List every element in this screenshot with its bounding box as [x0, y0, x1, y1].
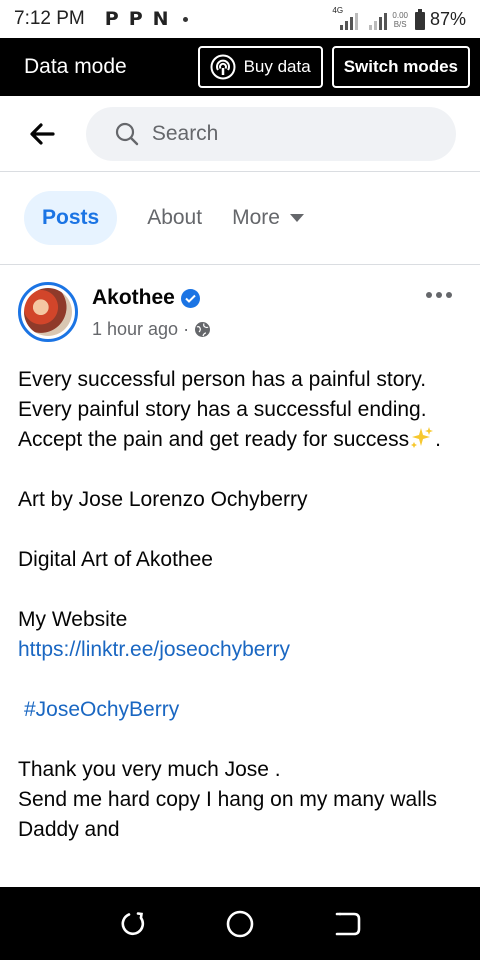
- home-circle-icon: [226, 910, 254, 937]
- more-notifications-dot-icon: [182, 16, 188, 22]
- data-mode-bar: Data mode Buy data Switch modes: [0, 38, 480, 96]
- post-options-icon[interactable]: [426, 292, 452, 298]
- home-button[interactable]: [222, 906, 258, 942]
- back-nav-icon: [335, 912, 360, 935]
- post-website-label: My Website: [18, 608, 128, 631]
- post-meta: Akothee 1 hour ago ·: [92, 282, 211, 346]
- post-text-1: Every successful person has a painful st…: [18, 368, 427, 451]
- buy-data-label: Buy data: [243, 57, 311, 76]
- notification-p-icon: P: [104, 8, 119, 30]
- signal-4g-icon: 4G: [332, 6, 359, 30]
- battery-percent: 87%: [429, 8, 466, 29]
- website-link[interactable]: https://linktr.ee/joseochyberry: [18, 635, 468, 665]
- globe-icon: [195, 322, 211, 337]
- separator-dot: ·: [183, 319, 190, 339]
- caret-down-icon: [289, 214, 304, 222]
- status-bar: 7:12 PM P P N 4G 0.00 B/S 87%: [0, 0, 480, 38]
- broadcast-icon: [210, 54, 236, 80]
- recents-icon: [121, 911, 145, 935]
- post-header: Akothee 1 hour ago ·: [18, 282, 462, 346]
- back-button[interactable]: [26, 118, 58, 150]
- tab-more-label: More: [232, 206, 280, 229]
- post-thanks-line-1: Thank you very much Jose .: [18, 758, 281, 781]
- post-art-credit: Art by Jose Lorenzo Ochyberry: [18, 488, 308, 511]
- avatar[interactable]: [18, 282, 78, 342]
- battery-icon: [414, 8, 425, 30]
- tab-about[interactable]: About: [147, 191, 202, 245]
- post-digital-art: Digital Art of Akothee: [18, 548, 213, 571]
- search-placeholder: Search: [151, 121, 219, 145]
- search-icon: [115, 122, 139, 145]
- back-nav-button[interactable]: [329, 906, 365, 942]
- post-body: Every successful person has a painful st…: [18, 365, 468, 887]
- post-thanks-line-2: Send me hard copy I hang on my many wall…: [18, 788, 438, 811]
- verified-badge-icon: [180, 288, 200, 308]
- recents-button[interactable]: [115, 906, 151, 942]
- sparkles-icon: [411, 427, 434, 448]
- status-time: 7:12 PM: [14, 8, 85, 29]
- post-paragraph-1: Every successful person has a painful st…: [18, 365, 468, 455]
- search-input[interactable]: Search: [85, 106, 456, 161]
- network-type-label: 4G: [332, 5, 344, 15]
- tab-more[interactable]: More: [232, 191, 304, 245]
- back-arrow-icon: [30, 122, 55, 145]
- tab-about-label: About: [147, 206, 203, 229]
- avatar-image: [24, 288, 72, 336]
- net-speed-value: 0.00: [392, 10, 408, 20]
- notification-n-icon: N: [152, 8, 169, 30]
- net-speed: 0.00 B/S: [392, 11, 408, 29]
- post-time[interactable]: 1 hour ago: [92, 319, 178, 340]
- notification-p-icon: P: [128, 8, 143, 30]
- buy-data-button[interactable]: Buy data: [197, 46, 323, 88]
- system-nav-bar: [0, 887, 480, 960]
- post-text-1-end: .: [435, 428, 441, 451]
- post-author[interactable]: Akothee: [92, 286, 175, 310]
- page-header: Search: [0, 96, 480, 172]
- data-mode-title: Data mode: [24, 55, 127, 78]
- post-cut-off-line: Daddy and: [18, 818, 120, 841]
- hashtag-link[interactable]: #JoseOchyBerry: [24, 698, 179, 721]
- switch-modes-label: Switch modes: [343, 57, 458, 76]
- profile-tabs: Posts About More: [0, 172, 480, 265]
- net-speed-unit: B/S: [393, 19, 407, 29]
- tab-posts[interactable]: Posts: [24, 191, 118, 245]
- switch-modes-button[interactable]: Switch modes: [331, 46, 470, 88]
- signal-icon: [369, 12, 388, 30]
- tab-posts-label: Posts: [42, 206, 100, 229]
